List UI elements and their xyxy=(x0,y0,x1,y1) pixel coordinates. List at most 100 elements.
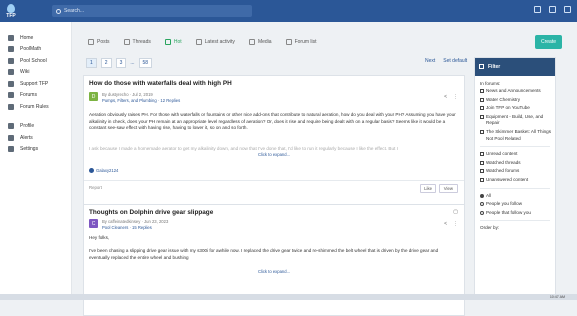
list-icon xyxy=(285,39,292,45)
thread-title[interactable]: Thoughts on Dolphin drive gear slippage xyxy=(89,209,213,216)
forum-checkbox[interactable]: The Skimmer Basket: All Things Not Pool … xyxy=(475,129,555,142)
sidebar-item-forums[interactable]: Forums xyxy=(0,90,71,102)
sidebar-item-label: PoolMath xyxy=(20,46,42,53)
avatar[interactable]: C xyxy=(89,219,98,228)
share-icon[interactable]: < xyxy=(444,94,447,100)
tab-latest-activity[interactable]: Latest activity xyxy=(195,39,235,45)
click-to-expand[interactable]: Click to expand... xyxy=(84,152,464,157)
activity-icon xyxy=(195,39,202,45)
thread-forum[interactable]: Pool Cleaners · 15 Replies xyxy=(102,225,152,230)
tab-threads[interactable]: Threads xyxy=(123,39,151,45)
unanswered-checkbox[interactable]: Unanswered content xyxy=(475,177,555,184)
page-link[interactable]: 1 xyxy=(86,58,97,68)
list-controls: Next Set default xyxy=(425,58,467,64)
thread-forum[interactable]: Pumps, Filters, and Plumbing · 12 Replie… xyxy=(102,98,180,103)
thread-card[interactable]: How do those with waterfalls deal with h… xyxy=(83,75,465,221)
create-button[interactable]: Create xyxy=(535,35,562,49)
media-icon xyxy=(248,39,255,45)
page-link[interactable]: 2 xyxy=(100,58,112,68)
sidebar-item-label: Forums xyxy=(20,92,37,99)
radio-all[interactable]: All xyxy=(475,193,555,200)
sidebar-item-forum-rules[interactable]: Forum Rules xyxy=(0,101,71,113)
radio-people-that-follow-you[interactable]: People that follow you xyxy=(475,210,555,217)
watched-forums-checkbox[interactable]: Watched forums xyxy=(475,168,555,175)
click-to-expand[interactable]: Click to expand... xyxy=(84,269,464,274)
school-icon xyxy=(8,57,14,64)
tab-posts[interactable]: Posts xyxy=(88,39,110,45)
sidebar-item-label: Wiki xyxy=(20,69,30,76)
calculator-icon xyxy=(8,46,14,53)
tab-forum-list[interactable]: Forum list xyxy=(285,39,317,45)
thread-actions: ▢ xyxy=(453,209,458,215)
tab-label: Media xyxy=(257,39,272,45)
thread-actions: < ⋮ xyxy=(444,94,458,100)
sidebar-item-alerts[interactable]: Alerts xyxy=(0,132,71,144)
page-link[interactable]: 58 xyxy=(138,58,153,68)
sidebar-item-label: Settings xyxy=(20,146,39,153)
divider xyxy=(84,180,464,181)
filter-panel: Filter In forums: News and Announcements… xyxy=(474,57,556,300)
filter-title: Filter xyxy=(488,64,501,70)
order-by-label: Order by: xyxy=(480,225,500,231)
sidebar-item-home[interactable]: Home xyxy=(0,32,71,44)
sidebar-item-label: Support TFP xyxy=(20,80,49,87)
os-taskbar: 10:47 AM xyxy=(0,294,577,300)
more-icon[interactable]: ⋮ xyxy=(453,94,458,100)
tab-label: Hot xyxy=(173,39,182,45)
sidebar-item-pool-school[interactable]: Pool School xyxy=(0,55,71,67)
forum-checkbox[interactable]: News and Announcements xyxy=(475,88,555,95)
set-default-button[interactable]: Set default xyxy=(443,58,467,64)
clock: 10:47 AM xyxy=(549,295,565,299)
sidebar-item-wiki[interactable]: Wiki xyxy=(0,67,71,79)
reaction-summary[interactable]: Galaxy2124 xyxy=(89,168,118,173)
next-button[interactable]: Next xyxy=(425,58,435,64)
bell-icon xyxy=(8,134,14,141)
page-link[interactable]: 3 xyxy=(115,58,127,68)
rules-icon xyxy=(8,103,14,110)
forum-checkbox[interactable]: Water Chemistry xyxy=(475,97,555,104)
divider xyxy=(480,146,550,148)
like-button[interactable]: Like xyxy=(420,184,436,193)
sidebar-item-poolmath[interactable]: PoolMath xyxy=(0,44,71,56)
option-label: Unread content xyxy=(486,151,518,157)
thread-title[interactable]: How do those with waterfalls deal with h… xyxy=(89,80,232,87)
share-icon[interactable]: < xyxy=(444,221,447,227)
in-forums-label: In forums: xyxy=(480,81,501,86)
more-icon[interactable]: ⋮ xyxy=(453,221,458,227)
option-label: News and Announcements xyxy=(486,88,541,93)
report-link[interactable]: Report xyxy=(89,185,102,190)
forum-checkbox[interactable]: Equipment - Build, Use, and Repair xyxy=(475,114,555,127)
sidebar-item-label: Alerts xyxy=(20,134,33,141)
option-label: Watched forums xyxy=(486,168,520,174)
site-logo[interactable]: TFP xyxy=(0,0,22,22)
forum-checkbox[interactable]: Join TFP on YouTube xyxy=(475,105,555,112)
user-icon xyxy=(8,123,14,130)
tab-media[interactable]: Media xyxy=(248,39,272,45)
option-label: People that follow you xyxy=(486,209,531,215)
gear-icon xyxy=(8,146,14,153)
flame-icon xyxy=(164,39,171,45)
bell-icon[interactable] xyxy=(549,6,556,13)
unread-checkbox[interactable]: Unread content xyxy=(475,151,555,158)
sidebar-item-support[interactable]: Support TFP xyxy=(0,78,71,90)
avatar[interactable]: D xyxy=(89,92,98,101)
thread-meta: By caffeinatedkinsey · Jun 23, 2023 xyxy=(102,219,169,224)
view-button[interactable]: View xyxy=(438,184,458,193)
tab-hot[interactable]: Hot xyxy=(164,39,182,45)
inbox-icon[interactable] xyxy=(534,6,541,13)
thread-body: Hey folks, xyxy=(89,235,110,240)
logo-text: TFP xyxy=(6,12,16,19)
search-input[interactable]: Search... xyxy=(52,5,252,17)
page-ellipsis: ... xyxy=(130,60,135,66)
menu-icon[interactable] xyxy=(564,6,571,13)
like-icon xyxy=(89,168,94,173)
sidebar: Home PoolMath Pool School Wiki Support T… xyxy=(0,22,72,300)
sidebar-item-settings[interactable]: Settings xyxy=(0,144,71,156)
watched-threads-checkbox[interactable]: Watched threads xyxy=(475,160,555,167)
radio-people-you-follow[interactable]: People you follow xyxy=(475,201,555,208)
tab-label: Posts xyxy=(97,39,110,45)
filter-icon xyxy=(479,64,484,69)
water-drop-icon xyxy=(7,3,15,13)
lock-icon: ▢ xyxy=(453,209,458,215)
sidebar-item-profile[interactable]: Profile xyxy=(0,121,71,133)
